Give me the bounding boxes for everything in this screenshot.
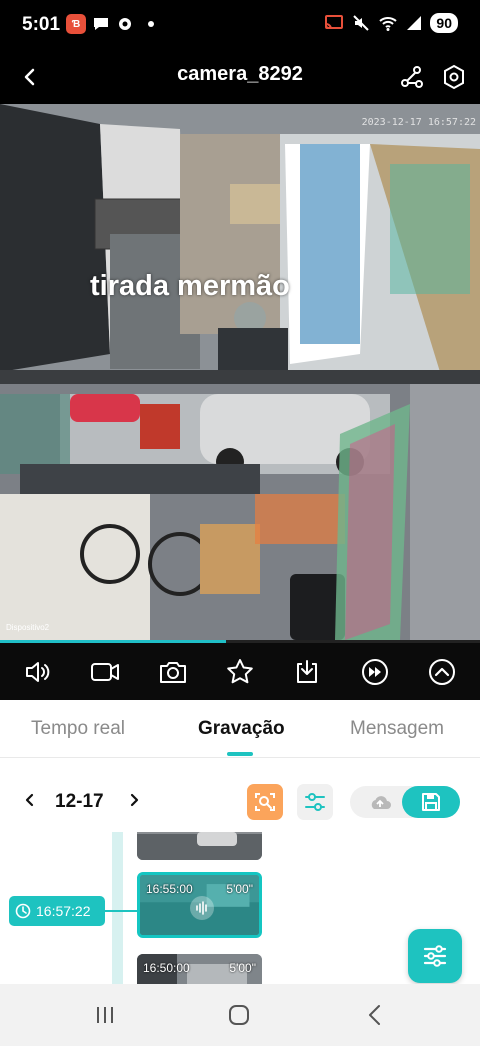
mute-icon bbox=[353, 15, 370, 31]
share-icon bbox=[401, 66, 423, 88]
recording-clip[interactable] bbox=[137, 832, 262, 860]
tab-tempo-real[interactable]: Tempo real bbox=[31, 718, 125, 740]
sd-card-icon bbox=[422, 793, 440, 811]
status-time: 5:01 bbox=[22, 14, 61, 35]
fast-forward-button[interactable] bbox=[353, 650, 397, 694]
sliders-icon bbox=[423, 945, 447, 967]
clip-start-time: 16:55:00 bbox=[146, 882, 193, 896]
volume-button[interactable] bbox=[16, 650, 60, 694]
settings-button[interactable] bbox=[438, 61, 470, 93]
chat-icon bbox=[94, 18, 108, 30]
camera-video-feed[interactable]: tirada mermão 2023-12-17 16:57:22 Dispos… bbox=[0, 104, 480, 640]
wifi-icon bbox=[379, 17, 398, 31]
tab-mensagem[interactable]: Mensagem bbox=[350, 718, 444, 740]
current-time-marker: 16:57:22 bbox=[9, 896, 105, 926]
app-header: camera_8292 bbox=[0, 50, 480, 104]
clip-thumbnail bbox=[137, 832, 262, 860]
record-video-icon bbox=[91, 662, 120, 681]
video-timestamp: 2023-12-17 16:57:22 bbox=[361, 117, 476, 128]
current-time-connector bbox=[105, 910, 137, 912]
shopee-icon: Ɓ bbox=[66, 14, 86, 34]
system-back-icon bbox=[369, 1005, 380, 1025]
chevron-right-icon bbox=[130, 793, 139, 807]
home-button[interactable] bbox=[224, 1000, 254, 1030]
home-icon bbox=[229, 1005, 249, 1025]
current-time-label: 16:57:22 bbox=[36, 903, 91, 919]
collapse-up-icon bbox=[429, 658, 456, 685]
favorite-icon bbox=[227, 658, 253, 683]
snapshot-button[interactable] bbox=[151, 650, 195, 694]
search-recording-icon bbox=[255, 793, 275, 811]
clip-start-time: 16:50:00 bbox=[143, 961, 190, 975]
collapse-button[interactable] bbox=[420, 650, 464, 694]
status-system-icons: 90 bbox=[324, 13, 458, 33]
video-frame-image bbox=[0, 104, 480, 640]
cloud-icon bbox=[371, 796, 391, 809]
device-label: Dispositivo2 bbox=[6, 623, 50, 632]
status-notification-icons: Ɓ bbox=[66, 14, 154, 34]
next-day-button[interactable] bbox=[120, 786, 148, 814]
volume-icon bbox=[25, 661, 49, 682]
status-bar: 5:01 Ɓ 90 bbox=[0, 0, 480, 50]
filter-button[interactable] bbox=[297, 784, 333, 820]
sd-card-storage-option[interactable] bbox=[402, 786, 460, 818]
settings-sliders-fab[interactable] bbox=[408, 929, 462, 983]
share-button[interactable] bbox=[396, 61, 428, 93]
playback-controls bbox=[0, 643, 480, 700]
chevron-left-icon bbox=[25, 793, 34, 807]
active-tab-indicator bbox=[227, 752, 253, 756]
video-overlay-text: tirada mermão bbox=[90, 270, 290, 302]
snapshot-icon bbox=[159, 661, 186, 683]
date-toolbar: 12-17 bbox=[0, 778, 480, 826]
timeline-track bbox=[112, 832, 123, 984]
system-back-button[interactable] bbox=[360, 1000, 390, 1030]
record-video-button[interactable] bbox=[83, 650, 127, 694]
filter-sliders-icon bbox=[305, 793, 325, 811]
search-recording-button[interactable] bbox=[247, 784, 283, 820]
download-icon bbox=[297, 659, 318, 683]
fast-forward-icon bbox=[361, 658, 388, 685]
clock-icon bbox=[15, 903, 31, 919]
clip-duration: 5'00" bbox=[226, 882, 253, 896]
signal-icon bbox=[407, 16, 422, 30]
download-button[interactable] bbox=[285, 650, 329, 694]
back-button[interactable] bbox=[14, 61, 46, 93]
back-arrow-icon bbox=[24, 68, 35, 86]
clip-duration: 5'00" bbox=[229, 961, 256, 975]
cast-icon bbox=[325, 15, 344, 30]
previous-day-button[interactable] bbox=[16, 786, 44, 814]
notification-dot bbox=[148, 21, 154, 27]
favorite-button[interactable] bbox=[218, 650, 262, 694]
storage-source-toggle bbox=[350, 786, 460, 818]
selected-date[interactable]: 12-17 bbox=[55, 791, 104, 813]
audio-wave-icon bbox=[190, 896, 214, 920]
battery-level: 90 bbox=[430, 13, 458, 33]
tab-gravacao[interactable]: Gravação bbox=[198, 718, 285, 740]
recent-apps-icon bbox=[97, 1007, 113, 1023]
mode-tabs: Tempo real Gravação Mensagem bbox=[0, 700, 480, 758]
settings-icon bbox=[444, 64, 464, 90]
recording-clip[interactable]: 16:50:00 5'00" bbox=[137, 954, 262, 984]
gear-icon bbox=[119, 18, 131, 30]
recording-clip-selected[interactable]: 16:55:00 5'00" bbox=[137, 872, 262, 938]
cloud-storage-option[interactable] bbox=[360, 789, 400, 815]
system-navigation-bar bbox=[0, 984, 480, 1046]
recent-apps-button[interactable] bbox=[90, 1000, 120, 1030]
